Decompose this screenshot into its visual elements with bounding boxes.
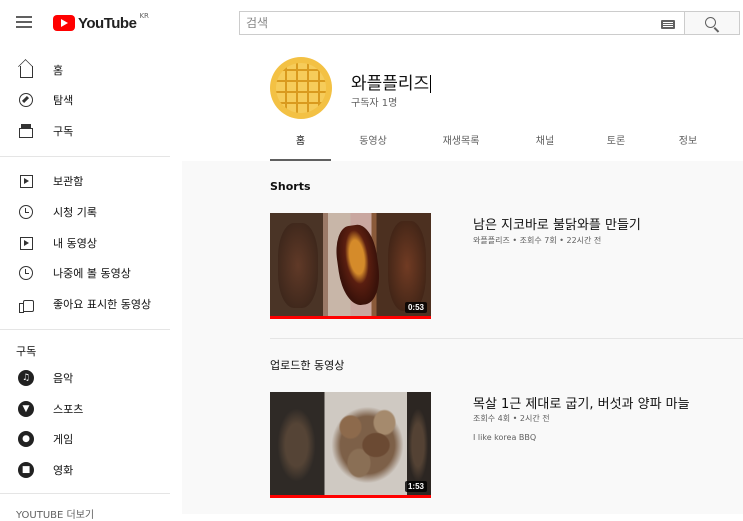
uploads-section-title: 업로드한 동영상 bbox=[270, 359, 345, 372]
watch-progress-bar bbox=[270, 316, 431, 319]
subscriber-count: 구독자 1명 bbox=[351, 98, 398, 109]
thumbnail-image bbox=[388, 221, 426, 311]
sidebar-item-label: 게임 bbox=[53, 433, 74, 446]
gaming-icon: ● bbox=[18, 431, 34, 447]
sidebar-item-label: 시청 기록 bbox=[53, 206, 97, 219]
sidebar-item-home[interactable]: 홈 bbox=[0, 55, 182, 85]
search-button[interactable] bbox=[684, 11, 740, 35]
liked-icon bbox=[18, 296, 34, 313]
keyboard-icon[interactable] bbox=[661, 20, 675, 29]
channel-page: 와플플리즈 구독자 1명 홈 동영상 재생목록 채널 토론 정보 Shorts … bbox=[182, 45, 743, 514]
sidebar-item-label: 나중에 볼 동영상 bbox=[53, 267, 131, 280]
history-icon bbox=[18, 204, 34, 220]
sidebar: 홈 탐색 구독 보관함 시청 기록 내 동영상 나중에 볼 동영상 좋아요 표시… bbox=[0, 45, 182, 521]
logo-text: YouTube bbox=[78, 14, 137, 32]
my-videos-icon bbox=[18, 235, 34, 251]
home-icon bbox=[18, 62, 34, 78]
sidebar-item-explore[interactable]: 탐색 bbox=[0, 85, 182, 115]
top-bar: YouTube KR bbox=[0, 0, 743, 45]
thumbnail-image bbox=[332, 222, 384, 308]
watch-later-icon bbox=[18, 265, 34, 281]
youtube-play-icon bbox=[53, 15, 75, 31]
video-title[interactable]: 남은 지코바로 불닭와플 만들기 bbox=[473, 214, 641, 233]
sidebar-item-sports[interactable]: ▼ 스포츠 bbox=[0, 394, 182, 424]
sidebar-item-label: 홈 bbox=[53, 64, 64, 77]
waffle-icon bbox=[276, 63, 326, 113]
watch-progress-bar bbox=[270, 495, 431, 498]
sidebar-item-label: 영화 bbox=[53, 464, 74, 477]
sidebar-item-liked-videos[interactable]: 좋아요 표시한 동영상 bbox=[0, 289, 182, 319]
sidebar-item-music[interactable]: ♫ 음악 bbox=[0, 363, 182, 393]
search-icon bbox=[705, 17, 716, 28]
thumbnail-image bbox=[274, 402, 319, 488]
sidebar-item-history[interactable]: 시청 기록 bbox=[0, 197, 182, 227]
sidebar-item-label: 구독 bbox=[53, 125, 74, 138]
thumbnail-image bbox=[325, 400, 410, 490]
library-icon bbox=[18, 173, 34, 189]
tab-about[interactable]: 정보 bbox=[660, 131, 716, 161]
video-meta: 와플플리즈 • 조회수 7회 • 22시간 전 bbox=[473, 236, 602, 245]
tab-discussion[interactable]: 토론 bbox=[588, 131, 644, 161]
sidebar-item-label: 좋아요 표시한 동영상 bbox=[53, 298, 152, 311]
tab-videos[interactable]: 동영상 bbox=[342, 131, 404, 161]
channel-name: 와플플리즈 bbox=[351, 74, 432, 94]
music-icon: ♫ bbox=[18, 370, 34, 386]
subscriptions-icon bbox=[18, 123, 34, 139]
sports-icon: ▼ bbox=[18, 401, 34, 417]
youtube-logo[interactable]: YouTube KR bbox=[53, 12, 149, 33]
video-meta: 조회수 4회 • 2시간 전 bbox=[473, 414, 550, 423]
sidebar-item-label: 스포츠 bbox=[53, 403, 84, 416]
video-thumbnail[interactable]: 1:53 bbox=[270, 392, 431, 498]
sidebar-item-gaming[interactable]: ● 게임 bbox=[0, 424, 182, 454]
tab-playlists[interactable]: 재생목록 bbox=[422, 131, 500, 161]
video-duration: 1:53 bbox=[404, 481, 427, 492]
menu-icon[interactable] bbox=[16, 16, 32, 28]
sidebar-item-label: 보관함 bbox=[53, 175, 84, 188]
sidebar-item-label: 탐색 bbox=[53, 94, 74, 107]
sidebar-item-label: 내 동영상 bbox=[53, 237, 97, 250]
sidebar-item-library[interactable]: 보관함 bbox=[0, 166, 182, 196]
video-description: I like korea BBQ bbox=[473, 433, 537, 442]
video-thumbnail[interactable]: 0:53 bbox=[270, 213, 431, 319]
sidebar-divider bbox=[0, 493, 170, 494]
subscriptions-heading: 구독 bbox=[16, 345, 37, 358]
sidebar-item-watch-later[interactable]: 나중에 볼 동영상 bbox=[0, 258, 182, 288]
video-title[interactable]: 목살 1근 제대로 굽기, 버섯과 양파 마늘 bbox=[473, 393, 690, 412]
channel-avatar[interactable] bbox=[270, 57, 332, 119]
sidebar-item-movies[interactable]: ■ 영화 bbox=[0, 455, 182, 485]
sidebar-item-my-videos[interactable]: 내 동영상 bbox=[0, 228, 182, 258]
section-divider bbox=[270, 338, 743, 339]
movies-icon: ■ bbox=[18, 462, 34, 478]
tab-home[interactable]: 홈 bbox=[270, 131, 331, 161]
channel-header: 와플플리즈 구독자 1명 홈 동영상 재생목록 채널 토론 정보 bbox=[182, 45, 743, 161]
thumbnail-image bbox=[406, 402, 430, 488]
shorts-section-title: Shorts bbox=[270, 180, 311, 193]
search-box bbox=[239, 11, 685, 35]
search-input[interactable] bbox=[240, 12, 685, 34]
video-duration: 0:53 bbox=[404, 302, 427, 313]
sidebar-divider bbox=[0, 329, 170, 330]
sidebar-divider bbox=[0, 156, 170, 157]
compass-icon bbox=[18, 92, 34, 108]
tab-channels[interactable]: 채널 bbox=[517, 131, 573, 161]
thumbnail-image bbox=[278, 223, 318, 308]
region-code: KR bbox=[139, 12, 149, 20]
sidebar-item-subscriptions[interactable]: 구독 bbox=[0, 116, 182, 146]
sidebar-item-label: 음악 bbox=[53, 372, 74, 385]
